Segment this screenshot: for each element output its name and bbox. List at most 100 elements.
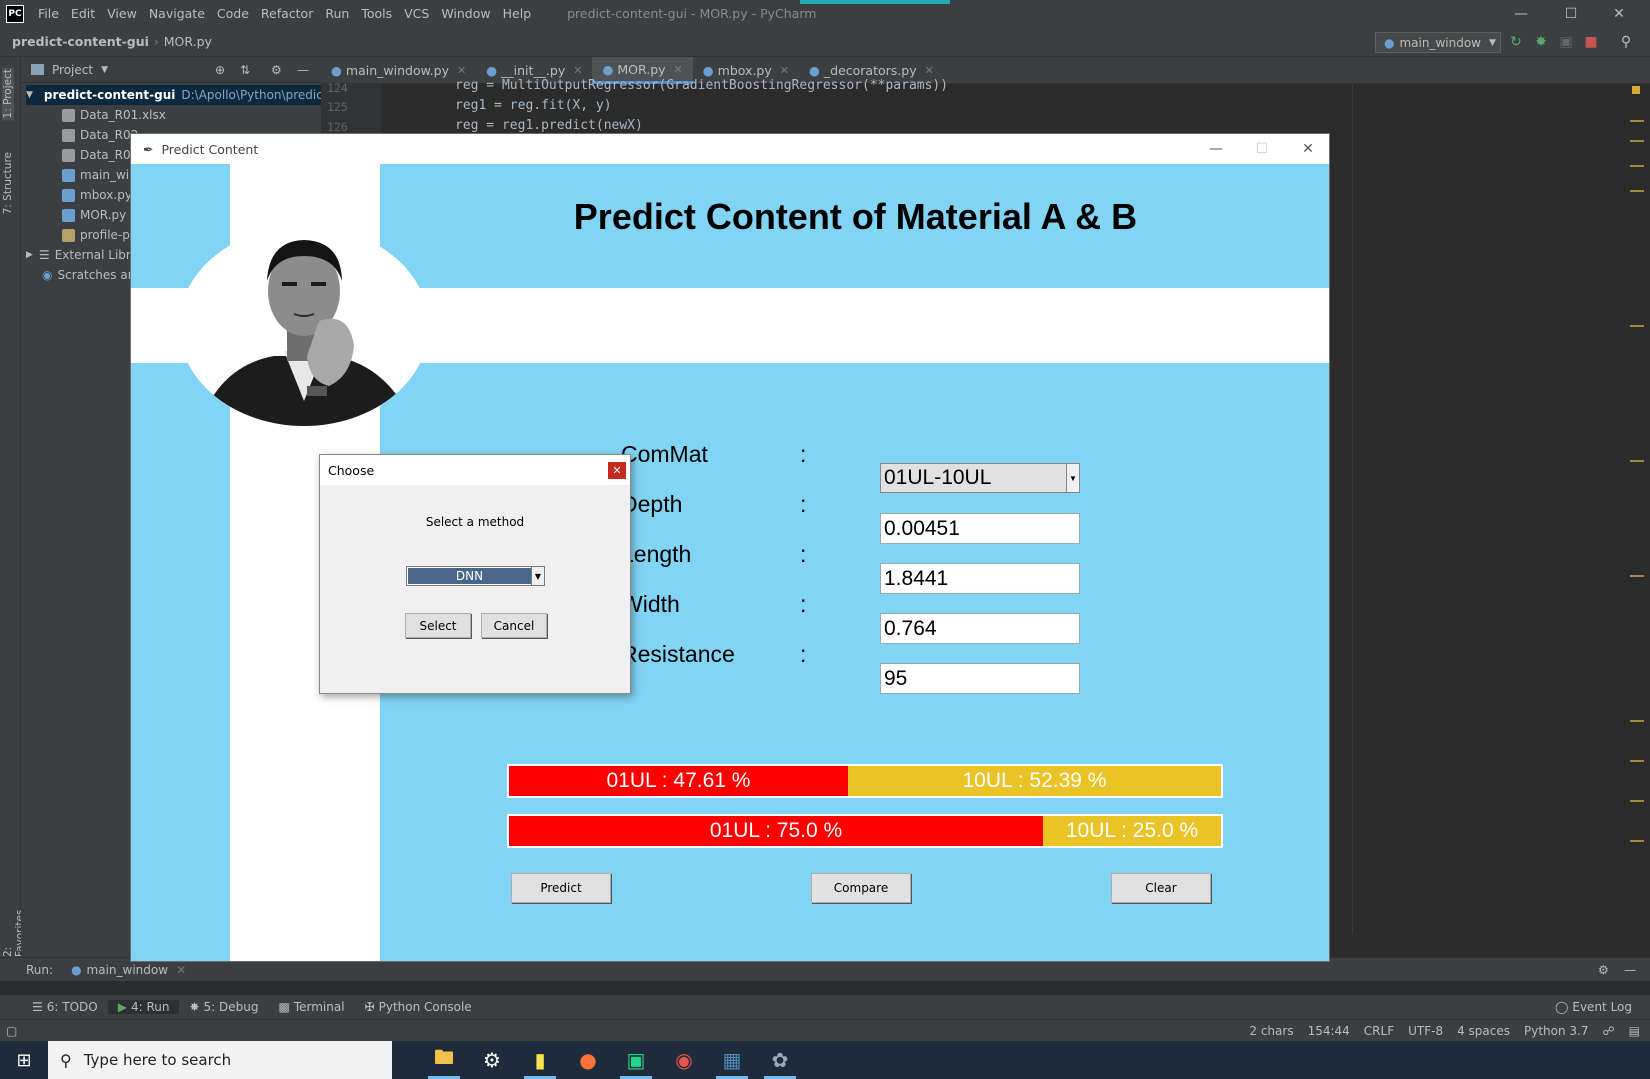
close-tab-icon[interactable]: ✕ bbox=[573, 64, 582, 77]
firefox-icon[interactable]: ● bbox=[564, 1041, 612, 1079]
tab-terminal[interactable]: ▩ Terminal bbox=[269, 1000, 355, 1014]
close-icon[interactable]: ✕ bbox=[608, 462, 626, 479]
sticky-notes-icon[interactable]: ▮ bbox=[516, 1041, 564, 1079]
gear-icon[interactable]: ⚙ bbox=[1598, 963, 1609, 977]
close-tab-icon[interactable]: ✕ bbox=[176, 963, 186, 977]
settings-icon[interactable]: ⚙ bbox=[468, 1041, 516, 1079]
pycharm-icon[interactable]: ▣ bbox=[612, 1041, 660, 1079]
status-indent[interactable]: 4 spaces bbox=[1457, 1024, 1510, 1038]
select-button[interactable]: Select bbox=[405, 613, 471, 638]
minimize-icon[interactable]: — bbox=[1193, 134, 1239, 164]
list-icon: ☰ bbox=[32, 1000, 43, 1014]
lock-icon[interactable]: ☍ bbox=[1603, 1024, 1615, 1038]
project-view-label[interactable]: Project bbox=[52, 63, 93, 77]
breadcrumb-project[interactable]: predict-content-gui bbox=[12, 34, 149, 49]
comat-label: ComMat bbox=[621, 441, 708, 467]
scroll-marker bbox=[1630, 575, 1644, 577]
colon: : bbox=[800, 441, 807, 467]
close-tab-icon[interactable]: ✕ bbox=[780, 64, 789, 77]
menu-file[interactable]: File bbox=[32, 6, 65, 21]
menu-refactor[interactable]: Refactor bbox=[255, 6, 319, 21]
window-title: predict-content-gui - MOR.py - PyCharm bbox=[567, 6, 817, 21]
gear-icon[interactable]: ⚙ bbox=[271, 63, 282, 77]
menu-run[interactable]: Run bbox=[319, 6, 355, 21]
status-caret[interactable]: 154:44 bbox=[1308, 1024, 1350, 1038]
maximize-icon[interactable]: ☐ bbox=[1548, 0, 1594, 27]
close-tab-icon[interactable]: ✕ bbox=[674, 63, 683, 76]
menu-edit[interactable]: Edit bbox=[65, 6, 101, 21]
minimize-icon[interactable]: — bbox=[1498, 0, 1544, 27]
status-line-separator[interactable]: CRLF bbox=[1364, 1024, 1394, 1038]
taskbar-search[interactable]: ⚲ Type here to search bbox=[48, 1041, 392, 1079]
code-line[interactable]: reg = reg1.predict(newX) bbox=[455, 118, 643, 133]
file-icon bbox=[62, 128, 75, 142]
file-icon bbox=[62, 108, 75, 122]
run-configuration-select[interactable]: ● main_window ▼ bbox=[1375, 32, 1501, 53]
rerun-icon[interactable]: ↻ bbox=[1508, 34, 1524, 50]
menu-view[interactable]: View bbox=[101, 6, 143, 21]
chrome-icon[interactable]: ◉ bbox=[660, 1041, 708, 1079]
collapse-icon[interactable]: ⇅ bbox=[240, 63, 250, 77]
width-input[interactable]: 0.764 bbox=[880, 613, 1080, 644]
method-select[interactable]: DNN ▼ bbox=[406, 566, 545, 586]
menu-tools[interactable]: Tools bbox=[355, 6, 398, 21]
close-tab-icon[interactable]: ✕ bbox=[457, 64, 466, 77]
status-interpreter[interactable]: Python 3.7 bbox=[1524, 1024, 1589, 1038]
warning-indicator-icon[interactable] bbox=[1632, 86, 1640, 94]
menu-navigate[interactable]: Navigate bbox=[143, 6, 211, 21]
windows-start-icon[interactable]: ⊞ bbox=[0, 1041, 48, 1079]
menu-window[interactable]: Window bbox=[435, 6, 496, 21]
hide-icon[interactable]: — bbox=[297, 63, 309, 77]
cancel-button[interactable]: Cancel bbox=[481, 613, 547, 638]
tab-todo[interactable]: ☰ 6: TODO bbox=[22, 1000, 108, 1014]
compare-button[interactable]: Compare bbox=[811, 873, 911, 903]
file-explorer-icon[interactable]: 🖿 bbox=[420, 1041, 468, 1079]
resistance-input[interactable]: 95 bbox=[880, 663, 1080, 694]
choose-dialog: Choose ✕ Select a method DNN ▼ Select Ca… bbox=[319, 454, 631, 694]
tab-main-window[interactable]: ● main_window.py ✕ bbox=[321, 57, 476, 84]
status-encoding[interactable]: UTF-8 bbox=[1408, 1024, 1443, 1038]
result-2-right-segment: 10UL : 25.0 % bbox=[1043, 816, 1221, 846]
menu-code[interactable]: Code bbox=[211, 6, 255, 21]
editor-scrollbar[interactable] bbox=[1628, 84, 1650, 934]
dialog-title-bar: Choose ✕ bbox=[320, 455, 630, 485]
menu-vcs[interactable]: VCS bbox=[398, 6, 435, 21]
tab-python-console[interactable]: ✠ Python Console bbox=[355, 1000, 482, 1014]
python-icon[interactable]: ▦ bbox=[708, 1041, 756, 1079]
chevron-down-icon[interactable]: ▼ bbox=[1066, 464, 1079, 492]
length-label: Length bbox=[621, 541, 692, 567]
stop-icon[interactable]: ■ bbox=[1583, 34, 1599, 50]
close-icon[interactable]: ✕ bbox=[1596, 0, 1642, 27]
code-line[interactable]: reg1 = reg.fit(X, y) bbox=[455, 98, 612, 113]
comat-value: 01UL-10UL bbox=[884, 466, 992, 489]
tab-project[interactable]: 1: Project bbox=[2, 67, 14, 121]
tree-file-label: Data_R01.xlsx bbox=[80, 108, 166, 122]
event-log-button[interactable]: ◯ Event Log bbox=[1545, 1000, 1642, 1014]
comat-select[interactable]: 01UL-10UL ▼ bbox=[880, 463, 1080, 493]
memory-icon[interactable]: ▤ bbox=[1629, 1024, 1640, 1038]
tab-structure[interactable]: 7: Structure bbox=[2, 152, 14, 214]
run-tab-main-window[interactable]: main_window bbox=[87, 963, 169, 977]
debug-icon[interactable]: ✸ bbox=[1533, 34, 1549, 50]
length-input[interactable]: 1.8441 bbox=[880, 563, 1080, 594]
depth-input[interactable]: 0.00451 bbox=[880, 513, 1080, 544]
locate-icon[interactable]: ⊕ bbox=[215, 63, 225, 77]
close-tab-icon[interactable]: ✕ bbox=[925, 64, 934, 77]
breadcrumb-file[interactable]: MOR.py bbox=[164, 34, 212, 49]
predict-button[interactable]: Predict bbox=[511, 873, 611, 903]
tree-file[interactable]: Data_R01.xlsx bbox=[62, 105, 321, 125]
search-icon[interactable]: ⚲ bbox=[1618, 34, 1634, 50]
close-icon[interactable]: ✕ bbox=[1285, 134, 1329, 164]
code-line[interactable]: reg = MultiOutputRegressor(GradientBoost… bbox=[455, 78, 948, 93]
layout-icon[interactable]: ▢ bbox=[6, 1024, 17, 1038]
hide-icon[interactable]: — bbox=[1624, 963, 1636, 977]
tk-app-icon[interactable]: ✿ bbox=[756, 1041, 804, 1079]
tree-root[interactable]: ▼ predict-content-gui D:\Apollo\Python\p… bbox=[26, 85, 321, 105]
clear-button[interactable]: Clear bbox=[1111, 873, 1211, 903]
tab-run[interactable]: ▶ 4: Run bbox=[107, 1000, 180, 1014]
menu-help[interactable]: Help bbox=[497, 6, 538, 21]
chevron-down-icon[interactable]: ▼ bbox=[531, 567, 544, 585]
tab-debug[interactable]: ✸ 5: Debug bbox=[179, 1000, 268, 1014]
coverage-icon[interactable]: ▣ bbox=[1558, 34, 1574, 50]
maximize-icon[interactable]: ☐ bbox=[1239, 134, 1285, 164]
